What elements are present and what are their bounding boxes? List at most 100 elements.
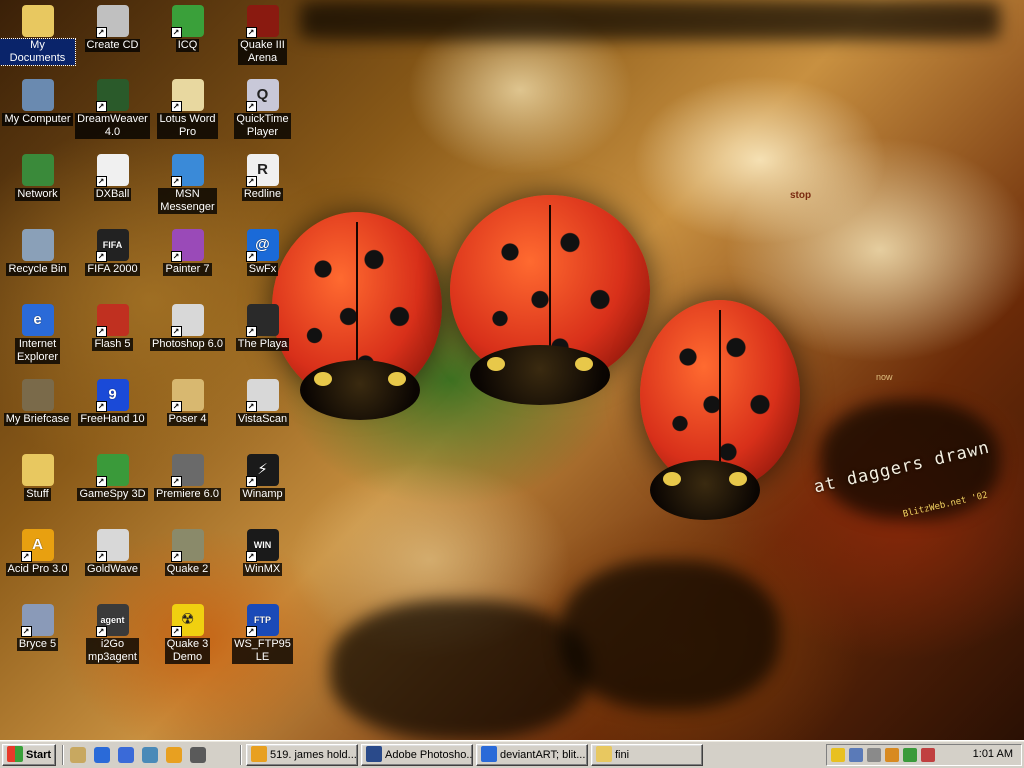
tool-icon[interactable] [885, 748, 899, 762]
desktop-icon-my-computer[interactable]: My Computer [0, 79, 75, 126]
desktop-icon-label: Quake III Arena [238, 39, 287, 65]
desktop-icon-label: WinMX [242, 563, 283, 576]
icq-flower-icon: ↗ [170, 5, 204, 38]
desktop-icon-internet-explorer[interactable]: e Internet Explorer [0, 304, 75, 364]
desktop-icon-label: Flash 5 [92, 338, 133, 351]
desktop-icon-quake3demo[interactable]: ☢ ↗ Quake 3 Demo [150, 604, 225, 664]
redline-icon: R ↗ [245, 154, 279, 187]
desktop-icon-label: WS_FTP95 LE [232, 638, 293, 664]
desktop-icon-label: My Documents [0, 38, 76, 66]
quick-launch-winamp-icon[interactable] [166, 747, 182, 763]
desktop-icon-painter[interactable]: ↗ Painter 7 [150, 229, 225, 276]
shortcut-arrow-icon: ↗ [95, 401, 107, 412]
fifa-icon: FIFA ↗ [95, 229, 129, 262]
task-button[interactable]: Adobe Photosho... [361, 744, 473, 766]
desktop-icon-recycle-bin[interactable]: Recycle Bin [0, 229, 75, 276]
desktop-icon-poser[interactable]: ↗ Poser 4 [150, 379, 225, 426]
task-button[interactable]: deviantART; blit... [476, 744, 588, 766]
shortcut-arrow-icon: ↗ [245, 401, 257, 412]
network-tray-icon[interactable] [849, 748, 863, 762]
task-button[interactable]: fini [591, 744, 703, 766]
desktop-icon-swfx[interactable]: @ ↗ SwFx [225, 229, 300, 276]
desktop-icon-label: QuickTime Player [234, 113, 291, 139]
desktop-icon-photoshop[interactable]: ↗ Photoshop 6.0 [150, 304, 225, 351]
recycle-bin-icon [21, 229, 54, 261]
shortcut-arrow-icon: ↗ [170, 176, 182, 187]
desktop-icon-quake2[interactable]: ↗ Quake 2 [150, 529, 225, 576]
quick-launch-quake-icon[interactable] [190, 747, 206, 763]
desktop-icon-msn[interactable]: ↗ MSN Messenger [150, 154, 225, 214]
desktop-icon-label: Poser 4 [166, 413, 209, 426]
desktop-icon-quicktime[interactable]: Q ↗ QuickTime Player [225, 79, 300, 139]
goldwave-icon: ↗ [95, 529, 129, 562]
shortcut-arrow-icon: ↗ [170, 401, 182, 412]
quicktime-icon: Q ↗ [245, 79, 279, 112]
desktop-icon-icq[interactable]: ↗ ICQ [150, 5, 225, 52]
desktop-icon-the-playa[interactable]: ↗ The Playa [225, 304, 300, 351]
clock[interactable]: 1:01 AM [973, 748, 1013, 760]
task-button-label: deviantART; blit... [500, 749, 586, 761]
quick-launch-internet-explorer-icon[interactable] [94, 747, 110, 763]
desktop-icon-redline[interactable]: R ↗ Redline [225, 154, 300, 201]
shortcut-arrow-icon: ↗ [170, 101, 182, 112]
scanner-icon[interactable] [921, 748, 935, 762]
windows-logo-icon [7, 746, 23, 762]
desktop-icon-i2go[interactable]: agent ↗ i2Go mp3agent [75, 604, 150, 664]
desktop-icon-wsftp[interactable]: FTP ↗ WS_FTP95 LE [225, 604, 300, 664]
desktop-icon-winamp[interactable]: ⚡ ↗ Winamp [225, 454, 300, 501]
printer-icon[interactable] [867, 748, 881, 762]
desktop-icon-create-cd[interactable]: ↗ Create CD [75, 5, 150, 52]
msn-tray-icon[interactable] [903, 748, 917, 762]
desktop-icon-dreamweaver[interactable]: ↗ DreamWeaver 4.0 [75, 79, 150, 139]
desktop-icon-gamespy[interactable]: ↗ GameSpy 3D [75, 454, 150, 501]
desktop-icon-stuff[interactable]: Stuff [0, 454, 75, 501]
start-button[interactable]: Start [2, 744, 56, 766]
radiation-icon: ☢ ↗ [170, 604, 204, 637]
wallpaper-stop-text: stop [790, 190, 812, 201]
briefcase-icon [21, 379, 54, 411]
desktop-icon-label: Winamp [240, 488, 285, 501]
shortcut-arrow-icon: ↗ [170, 27, 182, 38]
quick-launch-show-desktop-icon[interactable] [70, 747, 86, 763]
poser-icon: ↗ [170, 379, 204, 412]
desktop-icon-label: FIFA 2000 [85, 263, 140, 276]
desktop-icon-acid-pro[interactable]: A ↗ Acid Pro 3.0 [0, 529, 75, 576]
quick-launch-outlook-express-icon[interactable] [118, 747, 134, 763]
ladybug-left-head [300, 360, 420, 420]
taskbar: Start 519. james hold... Adobe Photosho..… [0, 740, 1024, 768]
desktop-icon-vistascan[interactable]: ↗ VistaScan [225, 379, 300, 426]
task-button-label: fini [615, 749, 630, 761]
desktop-icon-flash[interactable]: ↗ Flash 5 [75, 304, 150, 351]
shortcut-arrow-icon: ↗ [95, 551, 107, 562]
desktop-icon-dxball[interactable]: ↗ DXBall [75, 154, 150, 201]
desktop-icon-goldwave[interactable]: ↗ GoldWave [75, 529, 150, 576]
desktop-icon-bryce[interactable]: ↗ Bryce 5 [0, 604, 75, 651]
ws-ftp-icon: FTP ↗ [245, 604, 279, 637]
wallpaper-now-text: now [876, 372, 893, 382]
folder-documents-icon [21, 5, 54, 37]
desktop-icon-network[interactable]: Network [0, 154, 75, 201]
flash-icon: ↗ [95, 304, 129, 337]
desktop-icon-label: GoldWave [85, 563, 140, 576]
desktop-icon-my-briefcase[interactable]: My Briefcase [0, 379, 75, 426]
premiere-icon: ↗ [170, 454, 204, 487]
desktop-icon-fifa[interactable]: FIFA ↗ FIFA 2000 [75, 229, 150, 276]
desktop-icon-label: Quake 3 Demo [164, 638, 211, 664]
task-button[interactable]: 519. james hold... [246, 744, 358, 766]
winmx-icon: WIN ↗ [245, 529, 279, 562]
desktop-icon-lotus-word-pro[interactable]: ↗ Lotus Word Pro [150, 79, 225, 139]
shortcut-arrow-icon: ↗ [20, 551, 32, 562]
shortcut-arrow-icon: ↗ [170, 626, 182, 637]
desktop-icon-premiere[interactable]: ↗ Premiere 6.0 [150, 454, 225, 501]
desktop-icon-label: The Playa [235, 338, 290, 351]
desktop-icon-winmx[interactable]: WIN ↗ WinMX [225, 529, 300, 576]
quick-launch-quicktime-icon[interactable] [142, 747, 158, 763]
shortcut-arrow-icon: ↗ [245, 626, 257, 637]
volume-icon[interactable] [831, 748, 845, 762]
desktop-icon-quake3arena[interactable]: ↗ Quake III Arena [225, 5, 300, 65]
desktop-icon-freehand[interactable]: 9 ↗ FreeHand 10 [75, 379, 150, 426]
task-button-label: 519. james hold... [270, 749, 357, 761]
painter-icon: ↗ [170, 229, 204, 262]
desktop-icon-my-documents[interactable]: My Documents [0, 5, 76, 66]
start-label: Start [26, 749, 52, 761]
